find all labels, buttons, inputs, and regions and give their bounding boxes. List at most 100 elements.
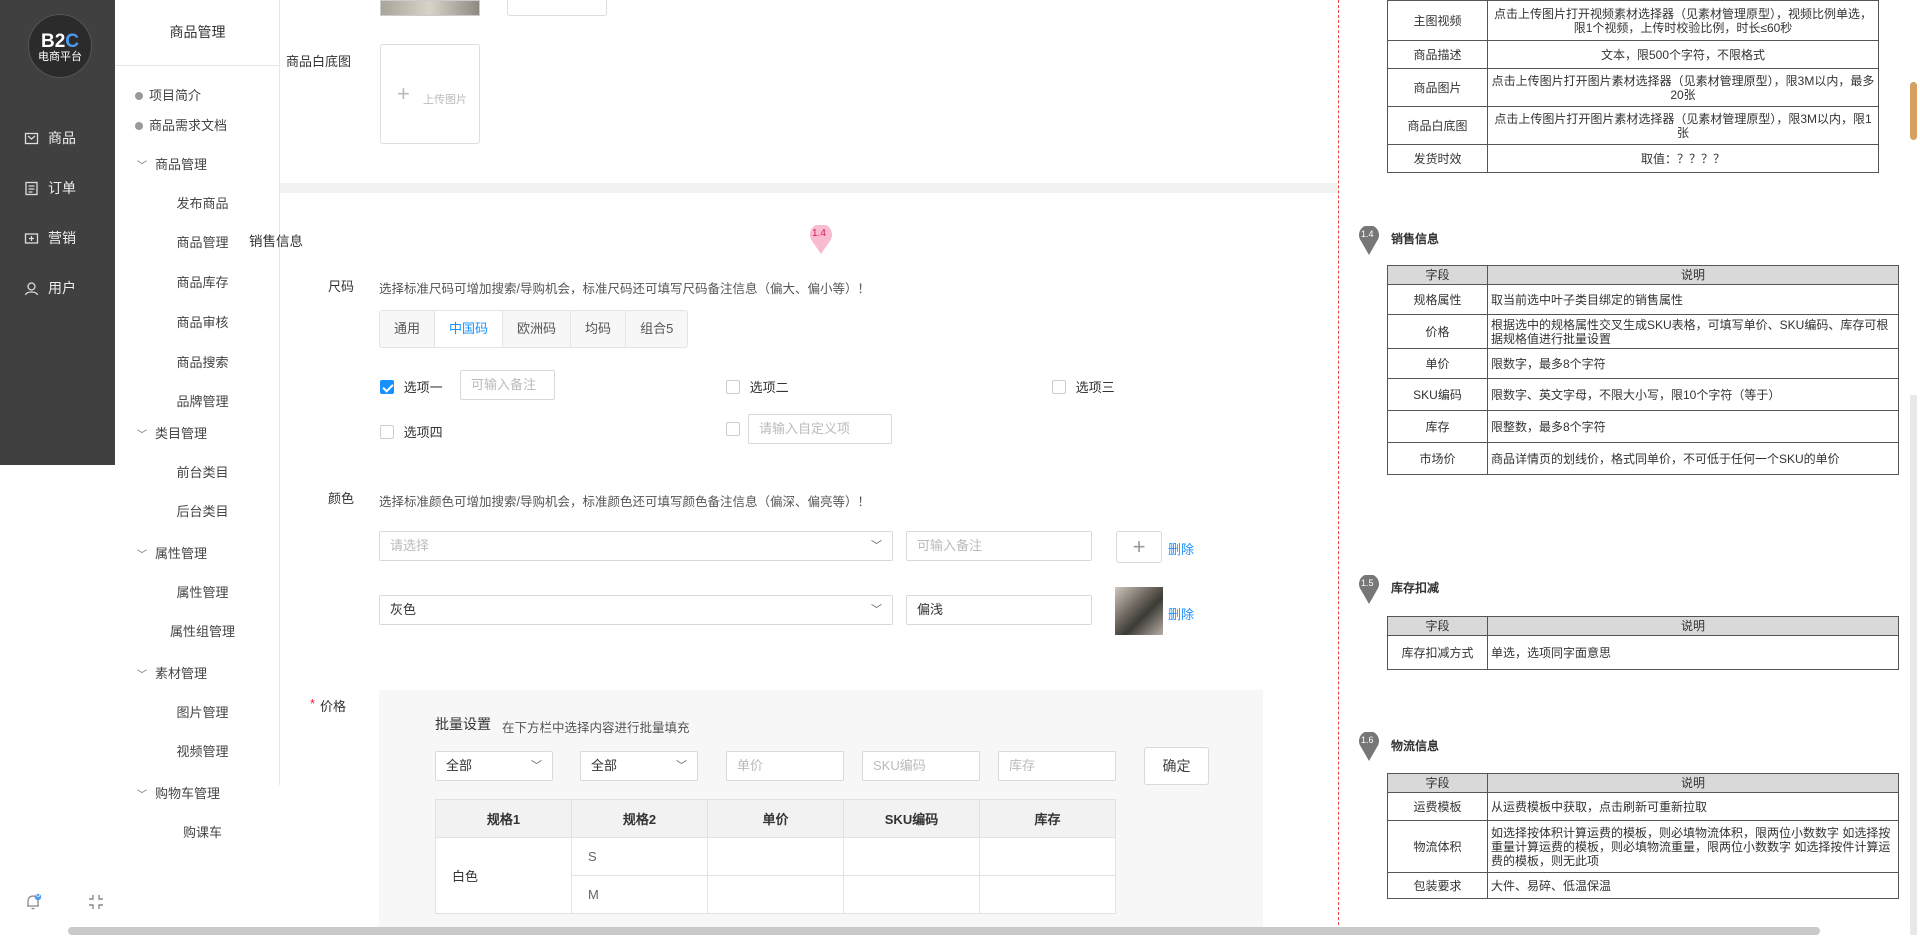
white-image-label: 商品白底图 xyxy=(286,54,352,69)
goods-icon xyxy=(24,132,39,144)
marker-pin-1-5: 1.5 xyxy=(1358,574,1380,605)
upload-white-image[interactable]: + 上传图片 xyxy=(380,44,480,144)
custom-option-checkbox[interactable] xyxy=(726,422,740,437)
tab-china-size[interactable]: 中国码 xyxy=(435,311,504,347)
stock-cell[interactable] xyxy=(979,875,1116,914)
batch-spec1-select[interactable]: 全部 ﹀ xyxy=(435,751,553,781)
marker-pin-1-4: 1.4 xyxy=(1358,225,1380,256)
sub-sidebar-title: 商品管理 xyxy=(115,0,280,66)
table-row: 商品描述 文本，限500个字符，不限格式 xyxy=(1387,40,1879,69)
unit-price-cell[interactable] xyxy=(707,837,844,876)
tab-general[interactable]: 通用 xyxy=(380,311,436,347)
bell-badge: 0 xyxy=(36,890,41,899)
required-mark: * xyxy=(310,696,316,711)
spec2-cell: M xyxy=(571,875,708,914)
spec1-cell: 白色 xyxy=(435,837,572,914)
nav-group-cart[interactable]: ﹀ 购物车管理 xyxy=(115,784,280,804)
table-row: 主图视频 点击上传图片打开视频素材选择器（见素材管理原型），视频比例单选，限1个视… xyxy=(1387,0,1879,41)
confirm-button[interactable]: 确定 xyxy=(1144,747,1209,785)
checkbox[interactable] xyxy=(726,422,740,436)
table-row: 运费模板 从运费模板中获取，点击刷新可重新拉取 xyxy=(1387,792,1899,821)
vertical-scroll-track[interactable] xyxy=(1910,395,1917,935)
table-row: 单价 限数字，最多8个字符 xyxy=(1387,348,1899,379)
nav-group-category[interactable]: ﹀ 类目管理 xyxy=(115,424,280,444)
vertical-scrollbar[interactable] xyxy=(1910,82,1917,140)
plus-icon: + xyxy=(397,81,410,106)
nav-group-goods[interactable]: ﹀ 商品管理 xyxy=(115,155,280,175)
nav-item-videos[interactable]: 视频管理 xyxy=(115,742,280,762)
doc-item-intro[interactable]: 项目简介 xyxy=(115,86,280,106)
option-2[interactable]: 选项二 xyxy=(726,377,789,396)
option-4[interactable]: 选项四 xyxy=(380,422,443,441)
main-nav-marketing[interactable]: 营销 xyxy=(0,223,115,253)
nav-item-publish[interactable]: 发布商品 xyxy=(115,194,280,214)
checkbox[interactable] xyxy=(726,380,740,394)
notes-stock-table: 字段 说明 库存扣减方式 单选，选项同字面意思 xyxy=(1387,616,1899,670)
nav-item-images[interactable]: 图片管理 xyxy=(115,703,280,723)
nav-item-attribute-group[interactable]: 属性组管理 xyxy=(115,622,280,642)
nav-group-attribute[interactable]: ﹀ 属性管理 xyxy=(115,544,280,564)
upload-box-partial[interactable] xyxy=(507,0,607,16)
color-remark-value[interactable]: 偏浅 xyxy=(906,595,1092,625)
tab-combo5[interactable]: 组合5 xyxy=(626,311,687,347)
nav-item-attribute[interactable]: 属性管理 xyxy=(115,583,280,603)
sku-cell[interactable] xyxy=(843,837,980,876)
table-row: 包装要求 大件、易碎、低温保温 xyxy=(1387,872,1899,899)
user-icon xyxy=(24,281,39,295)
color-select-empty[interactable]: 请选择 ﹀ xyxy=(379,531,893,561)
option1-remark-input[interactable]: 可输入备注 xyxy=(460,370,555,400)
nav-item-audit[interactable]: 商品审核 xyxy=(115,313,280,333)
nav-item-search[interactable]: 商品搜索 xyxy=(115,353,280,373)
horizontal-scrollbar[interactable] xyxy=(68,927,1820,935)
batch-unit-price-input[interactable]: 单价 xyxy=(726,751,844,781)
option-3[interactable]: 选项三 xyxy=(1052,377,1115,396)
checkbox-checked[interactable] xyxy=(380,380,394,394)
color-image-thumb[interactable] xyxy=(1115,587,1163,635)
nav-item-brand[interactable]: 品牌管理 xyxy=(115,392,280,412)
unit-price-cell[interactable] xyxy=(707,875,844,914)
delete-link[interactable]: 删除 xyxy=(1168,539,1194,558)
chevron-down-icon: ﹀ xyxy=(137,430,147,441)
table-row: 商品白底图 点击上传图片打开图片素材选择器（见素材管理原型），限3M以内，限1张 xyxy=(1387,106,1879,145)
batch-stock-input[interactable]: 库存 xyxy=(998,751,1116,781)
chevron-down-icon: ﹀ xyxy=(871,540,882,552)
tab-one-size[interactable]: 均码 xyxy=(571,311,627,347)
nav-group-material[interactable]: ﹀ 素材管理 xyxy=(115,664,280,684)
size-hint: 选择标准尺码可增加搜索/导购机会，标准尺码还可填写尺码备注信息（偏大、偏小等）！ xyxy=(379,282,870,296)
price-table-header: SKU编码 xyxy=(843,799,980,838)
notes-section-title: 销售信息 xyxy=(1391,232,1440,246)
marketing-icon xyxy=(24,232,39,244)
main-nav-orders[interactable]: 订单 xyxy=(0,173,115,203)
stock-cell[interactable] xyxy=(979,837,1116,876)
plus-icon: + xyxy=(1132,534,1146,559)
add-color-image-button[interactable]: + xyxy=(1116,531,1162,563)
main-nav-goods[interactable]: 商品 xyxy=(0,123,115,153)
table-row: 库存扣减方式 单选，选项同字面意思 xyxy=(1387,635,1899,670)
custom-option-input[interactable]: 请输入自定义项 xyxy=(748,414,892,444)
nav-item-stock[interactable]: 商品库存 xyxy=(115,273,280,293)
option-1[interactable]: 选项一 xyxy=(380,377,443,396)
delete-link[interactable]: 删除 xyxy=(1168,604,1194,623)
checkbox[interactable] xyxy=(380,425,394,439)
color-remark-input[interactable]: 可输入备注 xyxy=(906,531,1092,561)
notes-sales-table: 字段 说明 规格属性 取当前选中叶子类目绑定的销售属性 价格 根据选中的规格属性交叉生… xyxy=(1387,265,1899,475)
batch-sku-input[interactable]: SKU编码 xyxy=(862,751,980,781)
table-row: 规格属性 取当前选中叶子类目绑定的销售属性 xyxy=(1387,284,1899,315)
logo[interactable]: B2C 电商平台 xyxy=(28,14,92,78)
batch-spec2-select[interactable]: 全部 ﹀ xyxy=(580,751,698,781)
doc-item-requirements[interactable]: 商品需求文档 xyxy=(115,116,280,136)
color-select-gray[interactable]: 灰色 ﹀ xyxy=(379,595,893,625)
chevron-down-icon: ﹀ xyxy=(676,760,687,772)
collapse-icon[interactable] xyxy=(87,893,105,914)
main-image-thumb[interactable] xyxy=(380,0,480,16)
nav-item-front-category[interactable]: 前台类目 xyxy=(115,463,280,483)
price-table-header: 规格2 xyxy=(571,799,708,838)
nav-item-cart[interactable]: 购课车 xyxy=(115,823,280,843)
tab-euro-size[interactable]: 欧洲码 xyxy=(503,311,572,347)
checkbox[interactable] xyxy=(1052,380,1066,394)
batch-hint: 在下方栏中选择内容进行批量填充 xyxy=(502,721,690,735)
main-nav-users[interactable]: 用户 xyxy=(0,273,115,303)
size-label: 尺码 xyxy=(328,279,355,294)
nav-item-back-category[interactable]: 后台类目 xyxy=(115,502,280,522)
sku-cell[interactable] xyxy=(843,875,980,914)
